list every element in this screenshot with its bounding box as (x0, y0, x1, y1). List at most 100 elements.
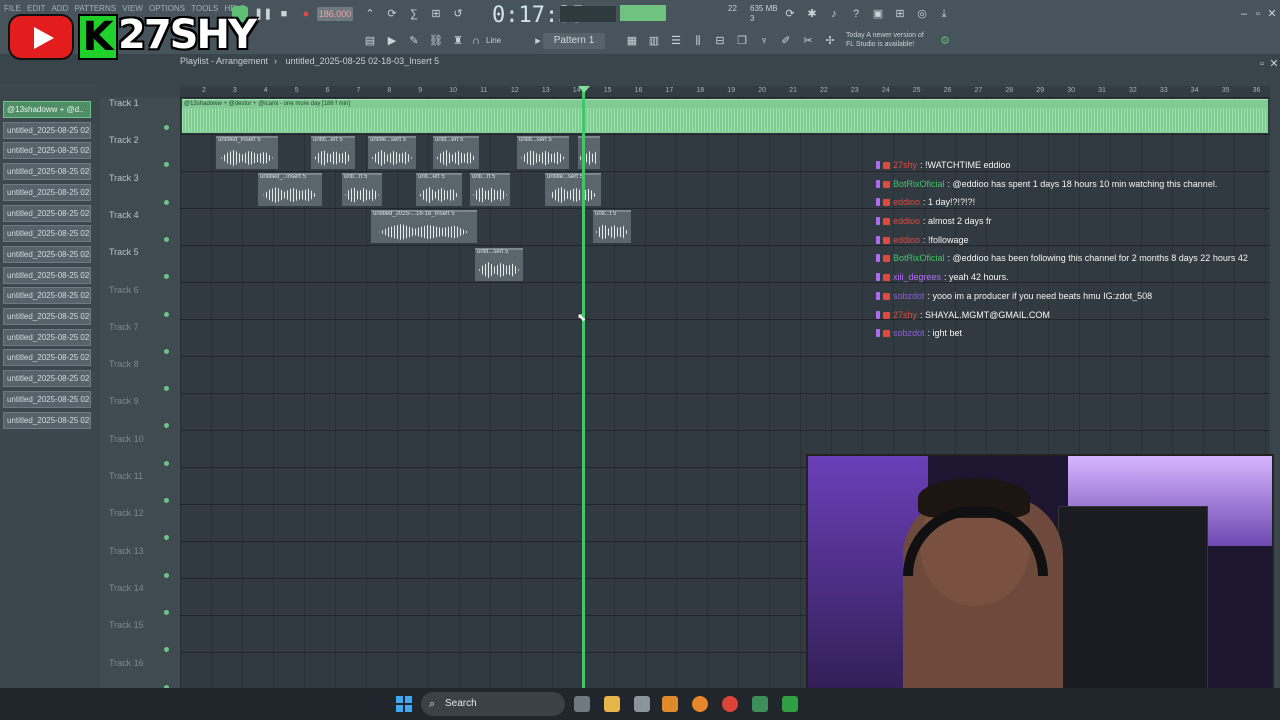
browser-icon[interactable]: ⊟ (712, 33, 728, 49)
help-icon[interactable]: ? (848, 6, 864, 22)
picker-item[interactable]: untitled_2025-08-25 02-.. (3, 349, 91, 367)
chat-icon[interactable]: ◎ (914, 6, 930, 22)
audio-clip[interactable]: untitled_2025-...16-18_Insert 5 (371, 210, 477, 243)
plugin-db-icon[interactable]: ♆ (756, 33, 772, 49)
playhead-marker[interactable] (578, 86, 590, 93)
wait-icon[interactable]: ⟳ (384, 6, 400, 22)
picker-item[interactable]: untitled_2025-08-25 02-.. (3, 390, 91, 408)
audio-clip[interactable]: untitled_..Insert 5 (258, 173, 322, 206)
picker-item[interactable]: untitled_2025-08-25 02-.. (3, 245, 91, 263)
picker-item[interactable]: untitled_2025-08-25 02-.. (3, 142, 91, 160)
track-mute-toggle[interactable] (164, 348, 169, 354)
news-panel[interactable]: Today A newer version of FL Studio is av… (846, 31, 932, 49)
track-label[interactable]: Track 12 (109, 508, 144, 518)
wrench-icon[interactable]: ✂ (800, 33, 816, 49)
record-icon[interactable]: ● (298, 6, 314, 22)
timeline-ruler[interactable]: 2 3 4 5 6 7 8 9 10 11 12 13 14 15 16 17 18 19 20 21 22 23 24 25… (180, 86, 1270, 97)
picker-item[interactable]: @13shadoww + @d.. (3, 101, 91, 118)
tempo-display[interactable]: 186.000 (317, 7, 353, 21)
track-label[interactable]: Track 10 (109, 434, 144, 444)
taskbar-search[interactable]: ⌕ Search (421, 692, 565, 716)
audio-clip[interactable]: untitle...sert 5 (545, 173, 601, 206)
track-label[interactable]: Track 13 (109, 546, 144, 556)
pattern-selector[interactable]: Pattern 1 (543, 33, 605, 49)
download-icon[interactable]: ⤓ (936, 6, 952, 22)
metronome-icon[interactable]: ⌃ (362, 6, 378, 22)
track-mute-toggle[interactable] (164, 274, 169, 280)
track-label[interactable]: Track 1 (109, 98, 139, 108)
audio-clip[interactable]: untit...ert 5 (433, 136, 479, 169)
track-label[interactable]: Track 4 (109, 210, 139, 220)
pencil-icon[interactable]: ✎ (406, 33, 422, 49)
track-mute-toggle[interactable] (164, 311, 169, 317)
picker-item[interactable]: untitled_2025-08-25 02-.. (3, 163, 91, 181)
picker-item[interactable]: untitled_2025-08-25 02-.. (3, 328, 91, 346)
picker-item[interactable]: untitled_2025-08-25 02-.. (3, 225, 91, 243)
refresh-icon[interactable]: ⟳ (782, 6, 798, 22)
picker-item[interactable]: untitled_2025-08-25 02-.. (3, 308, 91, 325)
track-mute-toggle[interactable] (164, 609, 169, 615)
app-orange-icon[interactable] (662, 696, 678, 712)
audio-clip[interactable]: unti...rt 5 (342, 173, 382, 206)
audio-clip[interactable]: untitled_Insert 5 (216, 136, 278, 169)
audio-clip[interactable]: untit...sert 5 (475, 248, 523, 281)
countdown-icon[interactable]: ∑ (406, 6, 422, 22)
settings-icon[interactable] (634, 696, 650, 712)
save-icon[interactable]: ▣ (870, 6, 886, 22)
plugin-icon[interactable]: ⊞ (892, 6, 908, 22)
audio-clip[interactable]: unti...rt 5 (470, 173, 510, 206)
picker-item[interactable]: untitled_2025-08-25 02-.. (3, 370, 91, 388)
step-edit-icon[interactable]: ⊞ (428, 6, 444, 22)
breadcrumb-playlist[interactable]: Playlist - Arrangement (180, 56, 268, 66)
file-explorer-icon[interactable] (604, 696, 620, 712)
snap-selector[interactable]: Line (486, 36, 501, 45)
close-icon[interactable]: ✕ (1264, 6, 1280, 22)
stamp-icon[interactable]: ♜ (450, 33, 466, 49)
audio-clip[interactable]: unti...ert 5 (416, 173, 462, 206)
track-label[interactable]: Track 2 (109, 135, 139, 145)
link-icon[interactable]: ⛓ (428, 33, 444, 49)
track-mute-toggle[interactable] (164, 199, 169, 205)
track-label[interactable]: Track 8 (109, 359, 139, 369)
playhead[interactable] (582, 86, 585, 688)
audio-clip[interactable]: untitle...sert 5 (368, 136, 416, 169)
mixer-view-icon[interactable]: ⫼ (690, 33, 706, 49)
audio-clip[interactable]: untitl...sert 5 (517, 136, 569, 169)
xbox-icon[interactable] (782, 696, 798, 712)
picker-item[interactable]: untitled_2025-08-25 02-.. (3, 411, 91, 429)
track-label[interactable]: Track 11 (109, 471, 143, 481)
channel-rack-icon[interactable]: ▥ (646, 33, 662, 49)
track-label[interactable]: Track 7 (109, 322, 139, 332)
chrome-icon[interactable] (722, 696, 738, 712)
mixer-icon[interactable]: ✱ (804, 6, 820, 22)
magnet-icon[interactable]: ∩ (468, 33, 484, 49)
loop-record-icon[interactable]: ↺ (450, 6, 466, 22)
picker-item[interactable]: untitled_2025-08-25 02-.. (3, 183, 91, 201)
picker-item[interactable]: untitled_2025-08-25 02-.. (3, 204, 91, 222)
picker-item[interactable]: untitled_2025-08-25 02-.. (3, 287, 91, 305)
track-label[interactable]: Track 5 (109, 247, 139, 257)
picker-item[interactable]: untitled_2025-08-25 02-.. (3, 121, 91, 139)
fl-studio-icon[interactable] (692, 696, 708, 712)
windows-start-icon[interactable] (396, 696, 412, 712)
piano-icon[interactable]: ▤ (362, 33, 378, 49)
track-label[interactable]: Track 16 (109, 658, 144, 668)
files-icon[interactable]: ❐ (734, 33, 750, 49)
track-label[interactable]: Track 3 (109, 173, 139, 183)
track-mute-toggle[interactable] (164, 498, 169, 503)
track-mute-toggle[interactable] (164, 236, 169, 242)
app-green-icon[interactable] (752, 696, 768, 712)
update-icon[interactable]: ⚙ (937, 33, 953, 49)
track-label[interactable]: Track 6 (109, 285, 139, 295)
track1-audio-clip[interactable]: @13shadoww + @destor + @icami - one more… (182, 99, 1268, 133)
track-label[interactable]: Track 15 (109, 620, 144, 630)
track-mute-toggle[interactable] (164, 162, 169, 168)
track-label[interactable]: Track 9 (109, 396, 139, 406)
audio-clip[interactable]: unti...t 5 (593, 210, 631, 243)
brush-icon[interactable]: ✐ (778, 33, 794, 49)
piano-roll-icon[interactable]: ☰ (668, 33, 684, 49)
track-mute-toggle[interactable] (164, 647, 169, 653)
audio-clip[interactable]: untitl...ert 5 (311, 136, 355, 169)
picker-item[interactable]: untitled_2025-08-25 02-.. (3, 266, 91, 284)
playlist-close-icon[interactable]: ✕ (1266, 56, 1280, 72)
